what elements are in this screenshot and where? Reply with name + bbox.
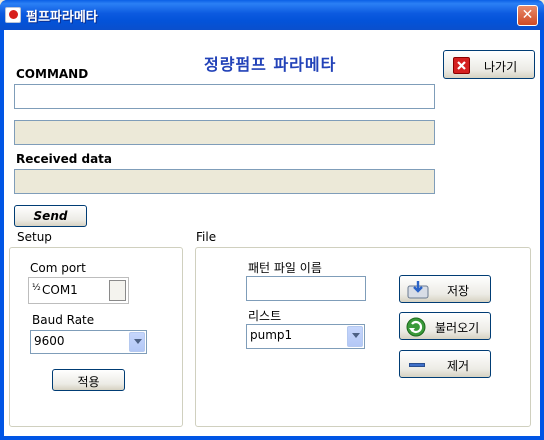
save-icon bbox=[407, 280, 429, 303]
minus-icon bbox=[409, 363, 425, 367]
title-bar[interactable]: 펌프파라메타 ✕ bbox=[0, 0, 544, 30]
save-button[interactable]: 저장 bbox=[399, 275, 491, 303]
save-button-label: 저장 bbox=[447, 284, 470, 298]
window-title: 펌프파라메타 bbox=[26, 10, 98, 25]
received-data-field bbox=[14, 169, 435, 194]
load-button-label: 불러오기 bbox=[435, 321, 480, 335]
remove-button[interactable]: 제거 bbox=[399, 350, 491, 378]
send-button[interactable]: Send bbox=[14, 205, 87, 227]
page-heading: 정량펌프 파라메타 bbox=[204, 55, 337, 74]
com-port-label: Com port bbox=[30, 261, 86, 275]
close-button[interactable]: ✕ bbox=[517, 5, 538, 26]
baud-rate-label: Baud Rate bbox=[32, 313, 95, 327]
red-x-icon bbox=[453, 57, 470, 74]
remove-button-label: 제거 bbox=[447, 359, 470, 373]
send-button-label: Send bbox=[33, 209, 68, 223]
setup-group-title: Setup bbox=[15, 230, 54, 244]
apply-button-label: 적용 bbox=[77, 375, 100, 389]
file-group-title: File bbox=[194, 230, 219, 244]
command-input[interactable] bbox=[14, 84, 435, 109]
pattern-file-label: 패턴 파일 이름 bbox=[248, 261, 322, 275]
com-port-field[interactable]: COM1 ½ bbox=[28, 277, 129, 304]
exit-button-label: 나가기 bbox=[484, 60, 518, 74]
command-label: COMMAND bbox=[16, 67, 89, 81]
com-port-button[interactable] bbox=[109, 280, 126, 301]
app-icon bbox=[5, 7, 21, 23]
pattern-file-input[interactable] bbox=[246, 276, 366, 301]
refresh-arrow-icon bbox=[406, 317, 426, 340]
list-value: pump1 bbox=[250, 328, 293, 342]
chevron-down-icon[interactable] bbox=[347, 326, 363, 347]
command-echo-field bbox=[14, 120, 435, 145]
exit-button[interactable]: 나가기 bbox=[443, 50, 535, 79]
load-button[interactable]: 불러오기 bbox=[399, 312, 491, 340]
com-port-value: COM1 bbox=[42, 283, 78, 297]
com-port-icon: ½ bbox=[32, 283, 41, 293]
list-label: 리스트 bbox=[248, 309, 282, 323]
app-window: 펌프파라메타 ✕ 정량펌프 파라메타 나가기 COMMAND Received … bbox=[0, 0, 544, 440]
chevron-down-icon[interactable] bbox=[129, 332, 145, 352]
baud-rate-select[interactable]: 9600 bbox=[30, 330, 147, 354]
apply-button[interactable]: 적용 bbox=[52, 369, 125, 391]
baud-rate-value: 9600 bbox=[34, 334, 65, 348]
list-select[interactable]: pump1 bbox=[246, 324, 365, 349]
received-data-label: Received data bbox=[16, 152, 112, 166]
